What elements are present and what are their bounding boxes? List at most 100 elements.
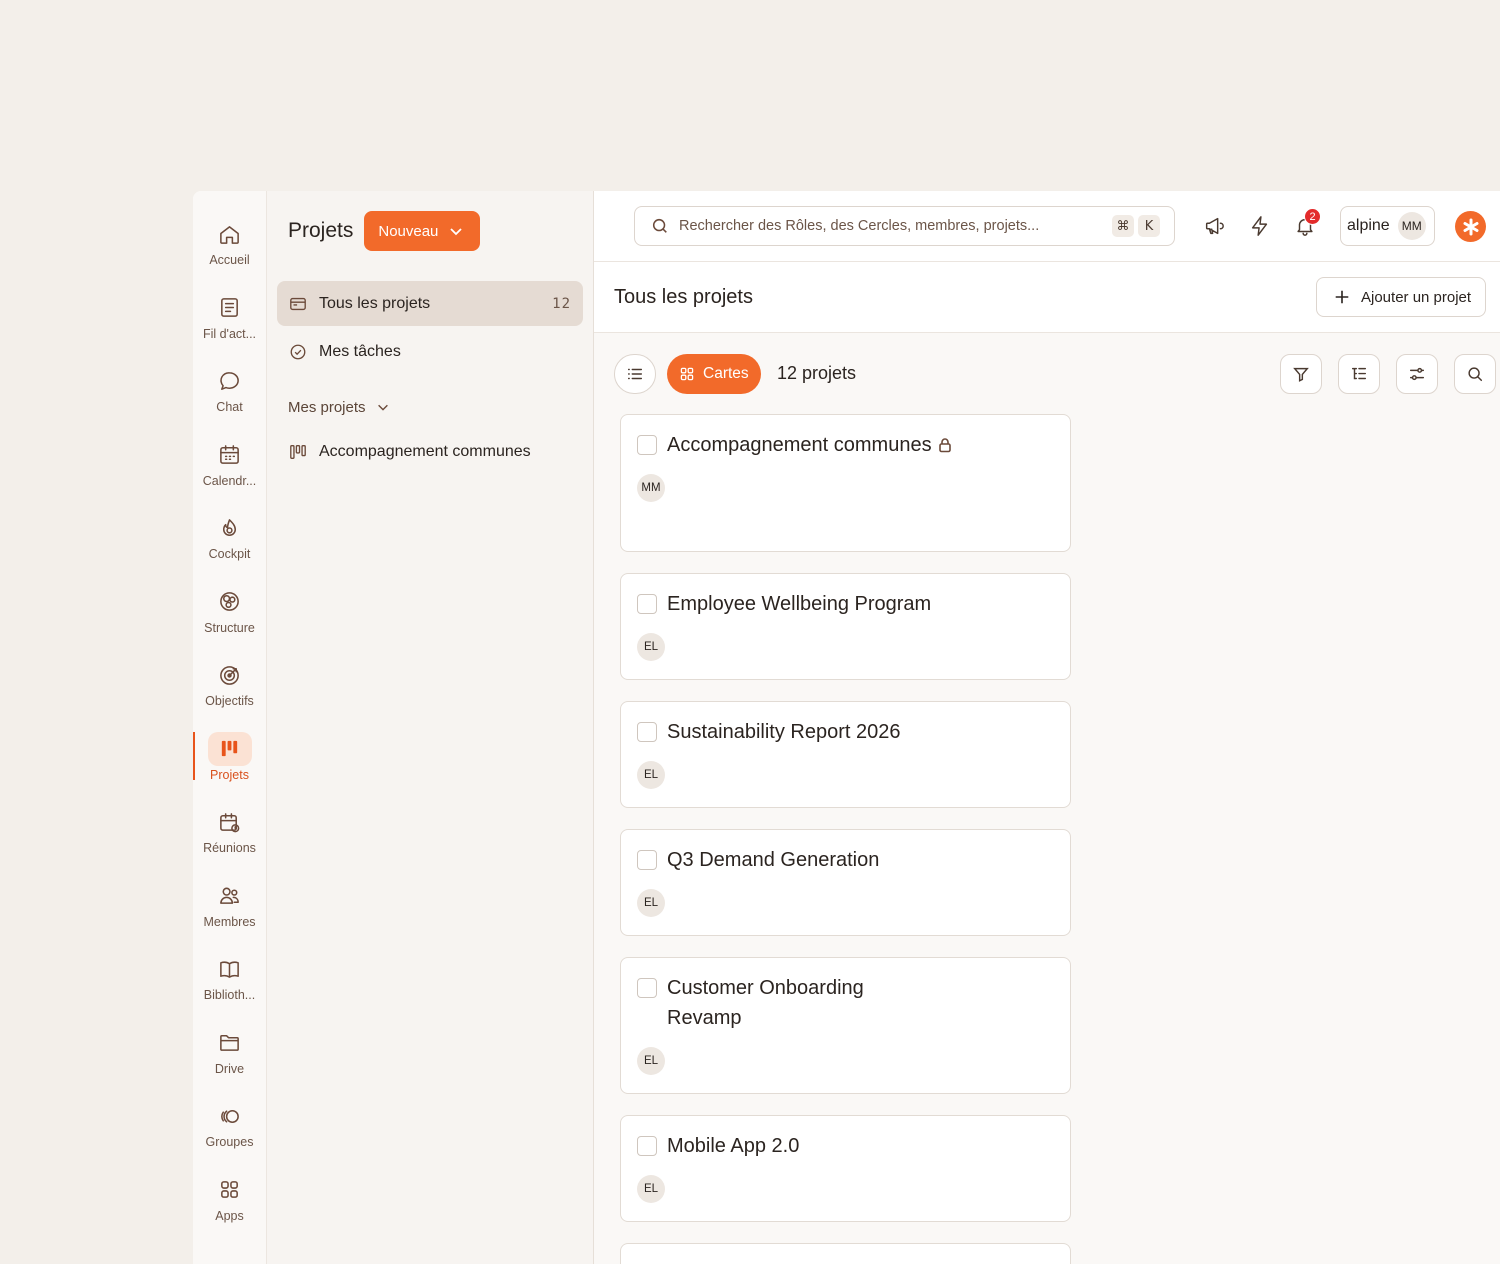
rail-item-projets[interactable]: Projets bbox=[193, 731, 266, 806]
newsfeed-icon bbox=[208, 291, 252, 325]
rail-label: Accueil bbox=[209, 253, 250, 267]
list-view-button[interactable] bbox=[614, 354, 656, 394]
home-icon bbox=[208, 217, 252, 251]
project-card[interactable]: Sustainability Report 2026 EL bbox=[620, 701, 1071, 808]
panel-title: Projets bbox=[288, 219, 354, 242]
project-checkbox[interactable] bbox=[637, 850, 657, 870]
project-card[interactable]: Q3 Demand Generation EL bbox=[620, 829, 1071, 936]
project-title: Accompagnement communes bbox=[667, 434, 932, 456]
rail-item-bibliotheque[interactable]: Biblioth... bbox=[193, 952, 266, 1026]
rail-item-calendar[interactable]: Calendr... bbox=[193, 438, 266, 512]
chat-icon bbox=[208, 364, 252, 398]
rail-item-drive[interactable]: Drive bbox=[193, 1026, 266, 1100]
page-header: Tous les projets Ajouter un projet bbox=[594, 262, 1500, 333]
project-title: Q3 Demand Generation bbox=[667, 849, 880, 871]
rail-item-reunions[interactable]: Réunions bbox=[193, 805, 266, 879]
library-icon bbox=[208, 952, 252, 986]
apps-icon bbox=[208, 1173, 252, 1207]
new-button[interactable]: Nouveau bbox=[364, 211, 481, 251]
folder-icon bbox=[208, 1026, 252, 1060]
group-by-button[interactable] bbox=[1338, 354, 1380, 394]
announcements-button[interactable] bbox=[1200, 212, 1228, 240]
lock-icon bbox=[937, 437, 953, 458]
cards-view-button[interactable]: Cartes bbox=[667, 354, 761, 394]
nav-project-accompagnement[interactable]: Accompagnement communes bbox=[277, 429, 583, 474]
settings-button[interactable] bbox=[1396, 354, 1438, 394]
project-card[interactable]: Customer Onboarding Revamp EL bbox=[620, 957, 1071, 1094]
avatar: EL bbox=[637, 1047, 665, 1075]
project-card[interactable]: Mobile App 2.0 EL bbox=[620, 1115, 1071, 1222]
sliders-icon bbox=[1409, 367, 1425, 381]
top-bar: ⌘ K 2 alpine MM bbox=[594, 191, 1500, 262]
brand-logo[interactable] bbox=[1455, 211, 1486, 242]
rail-item-chat[interactable]: Chat bbox=[193, 364, 266, 438]
project-checkbox[interactable] bbox=[637, 722, 657, 742]
my-projects-label: Mes projets bbox=[288, 398, 366, 416]
filter-icon bbox=[1293, 367, 1309, 382]
org-switcher[interactable]: alpine MM bbox=[1340, 206, 1435, 246]
hierarchy-icon bbox=[1351, 367, 1367, 380]
search-box[interactable]: ⌘ K bbox=[634, 206, 1175, 246]
project-checkbox[interactable] bbox=[637, 1136, 657, 1156]
project-checkbox[interactable] bbox=[637, 594, 657, 614]
rail-item-apps[interactable]: Apps bbox=[193, 1173, 266, 1247]
project-card[interactable] bbox=[620, 1243, 1071, 1264]
rail-label: Membres bbox=[203, 914, 256, 929]
search-input[interactable] bbox=[679, 218, 1108, 234]
rail-item-membres[interactable]: Membres bbox=[193, 879, 266, 953]
rail-item-objectifs[interactable]: Objectifs bbox=[193, 658, 266, 732]
search-icon bbox=[1468, 367, 1483, 382]
kanban-icon bbox=[290, 444, 306, 459]
project-card[interactable]: Accompagnement communes MM bbox=[620, 414, 1071, 552]
page-title: Tous les projets bbox=[614, 285, 753, 308]
rail-label: Apps bbox=[215, 1208, 244, 1223]
rail-label: Chat bbox=[216, 400, 243, 414]
asterisk-logo-icon bbox=[1463, 218, 1478, 235]
nav-my-tasks[interactable]: Mes tâches bbox=[277, 329, 583, 374]
app-window: Accueil Fil d'act... Chat Calendr... Coc… bbox=[193, 191, 1500, 1264]
target-icon bbox=[208, 658, 252, 692]
project-checkbox[interactable] bbox=[637, 978, 657, 998]
rail-label: Projets bbox=[210, 767, 249, 782]
add-project-button[interactable]: Ajouter un projet bbox=[1316, 277, 1487, 317]
project-checkbox[interactable] bbox=[637, 435, 657, 455]
rail-label: Réunions bbox=[203, 841, 256, 855]
quick-actions-button[interactable] bbox=[1246, 212, 1274, 240]
rail-label: Calendr... bbox=[202, 473, 257, 488]
my-projects-toggle[interactable]: Mes projets bbox=[277, 392, 583, 422]
icon-rail: Accueil Fil d'act... Chat Calendr... Coc… bbox=[193, 191, 267, 1264]
filter-button[interactable] bbox=[1280, 354, 1322, 394]
avatar: EL bbox=[637, 633, 665, 661]
new-button-label: Nouveau bbox=[378, 222, 439, 240]
rail-item-fil[interactable]: Fil d'act... bbox=[193, 291, 266, 365]
calendar-icon bbox=[208, 438, 252, 472]
cockpit-icon bbox=[208, 511, 252, 545]
rail-item-groupes[interactable]: Groupes bbox=[193, 1099, 266, 1173]
avatar: MM bbox=[1397, 212, 1426, 240]
project-card[interactable]: Employee Wellbeing Program EL bbox=[620, 573, 1071, 680]
nav-all-projects-count: 12 bbox=[552, 295, 571, 312]
structure-icon bbox=[208, 585, 252, 619]
rail-item-structure[interactable]: Structure bbox=[193, 585, 266, 659]
project-title: Customer Onboarding Revamp bbox=[667, 977, 864, 1029]
project-title: Employee Wellbeing Program bbox=[667, 593, 932, 615]
search-icon bbox=[652, 218, 667, 233]
projects-icon bbox=[207, 731, 252, 766]
projects-panel: Projets Nouveau Tous les projets 12 Mes … bbox=[267, 191, 594, 1264]
notifications-button[interactable]: 2 bbox=[1291, 208, 1321, 240]
rail-label: Groupes bbox=[205, 1135, 254, 1149]
grid-icon bbox=[680, 367, 694, 381]
rail-label: Structure bbox=[204, 620, 255, 635]
chevron-down-icon bbox=[377, 404, 388, 411]
project-cards: Accompagnement communes MM Employee Well… bbox=[620, 414, 1071, 1264]
search-projects-button[interactable] bbox=[1454, 354, 1496, 394]
meeting-icon bbox=[208, 805, 252, 839]
avatar: EL bbox=[637, 1175, 665, 1203]
nav-all-projects-label: Tous les projets bbox=[319, 294, 431, 312]
shortcut-cmd-key: ⌘ bbox=[1112, 215, 1134, 237]
notification-badge: 2 bbox=[1304, 208, 1321, 225]
rail-item-cockpit[interactable]: Cockpit bbox=[193, 511, 266, 585]
nav-all-projects[interactable]: Tous les projets 12 bbox=[277, 281, 583, 326]
rail-item-accueil[interactable]: Accueil bbox=[193, 217, 266, 291]
nav-my-tasks-label: Mes tâches bbox=[319, 342, 401, 360]
